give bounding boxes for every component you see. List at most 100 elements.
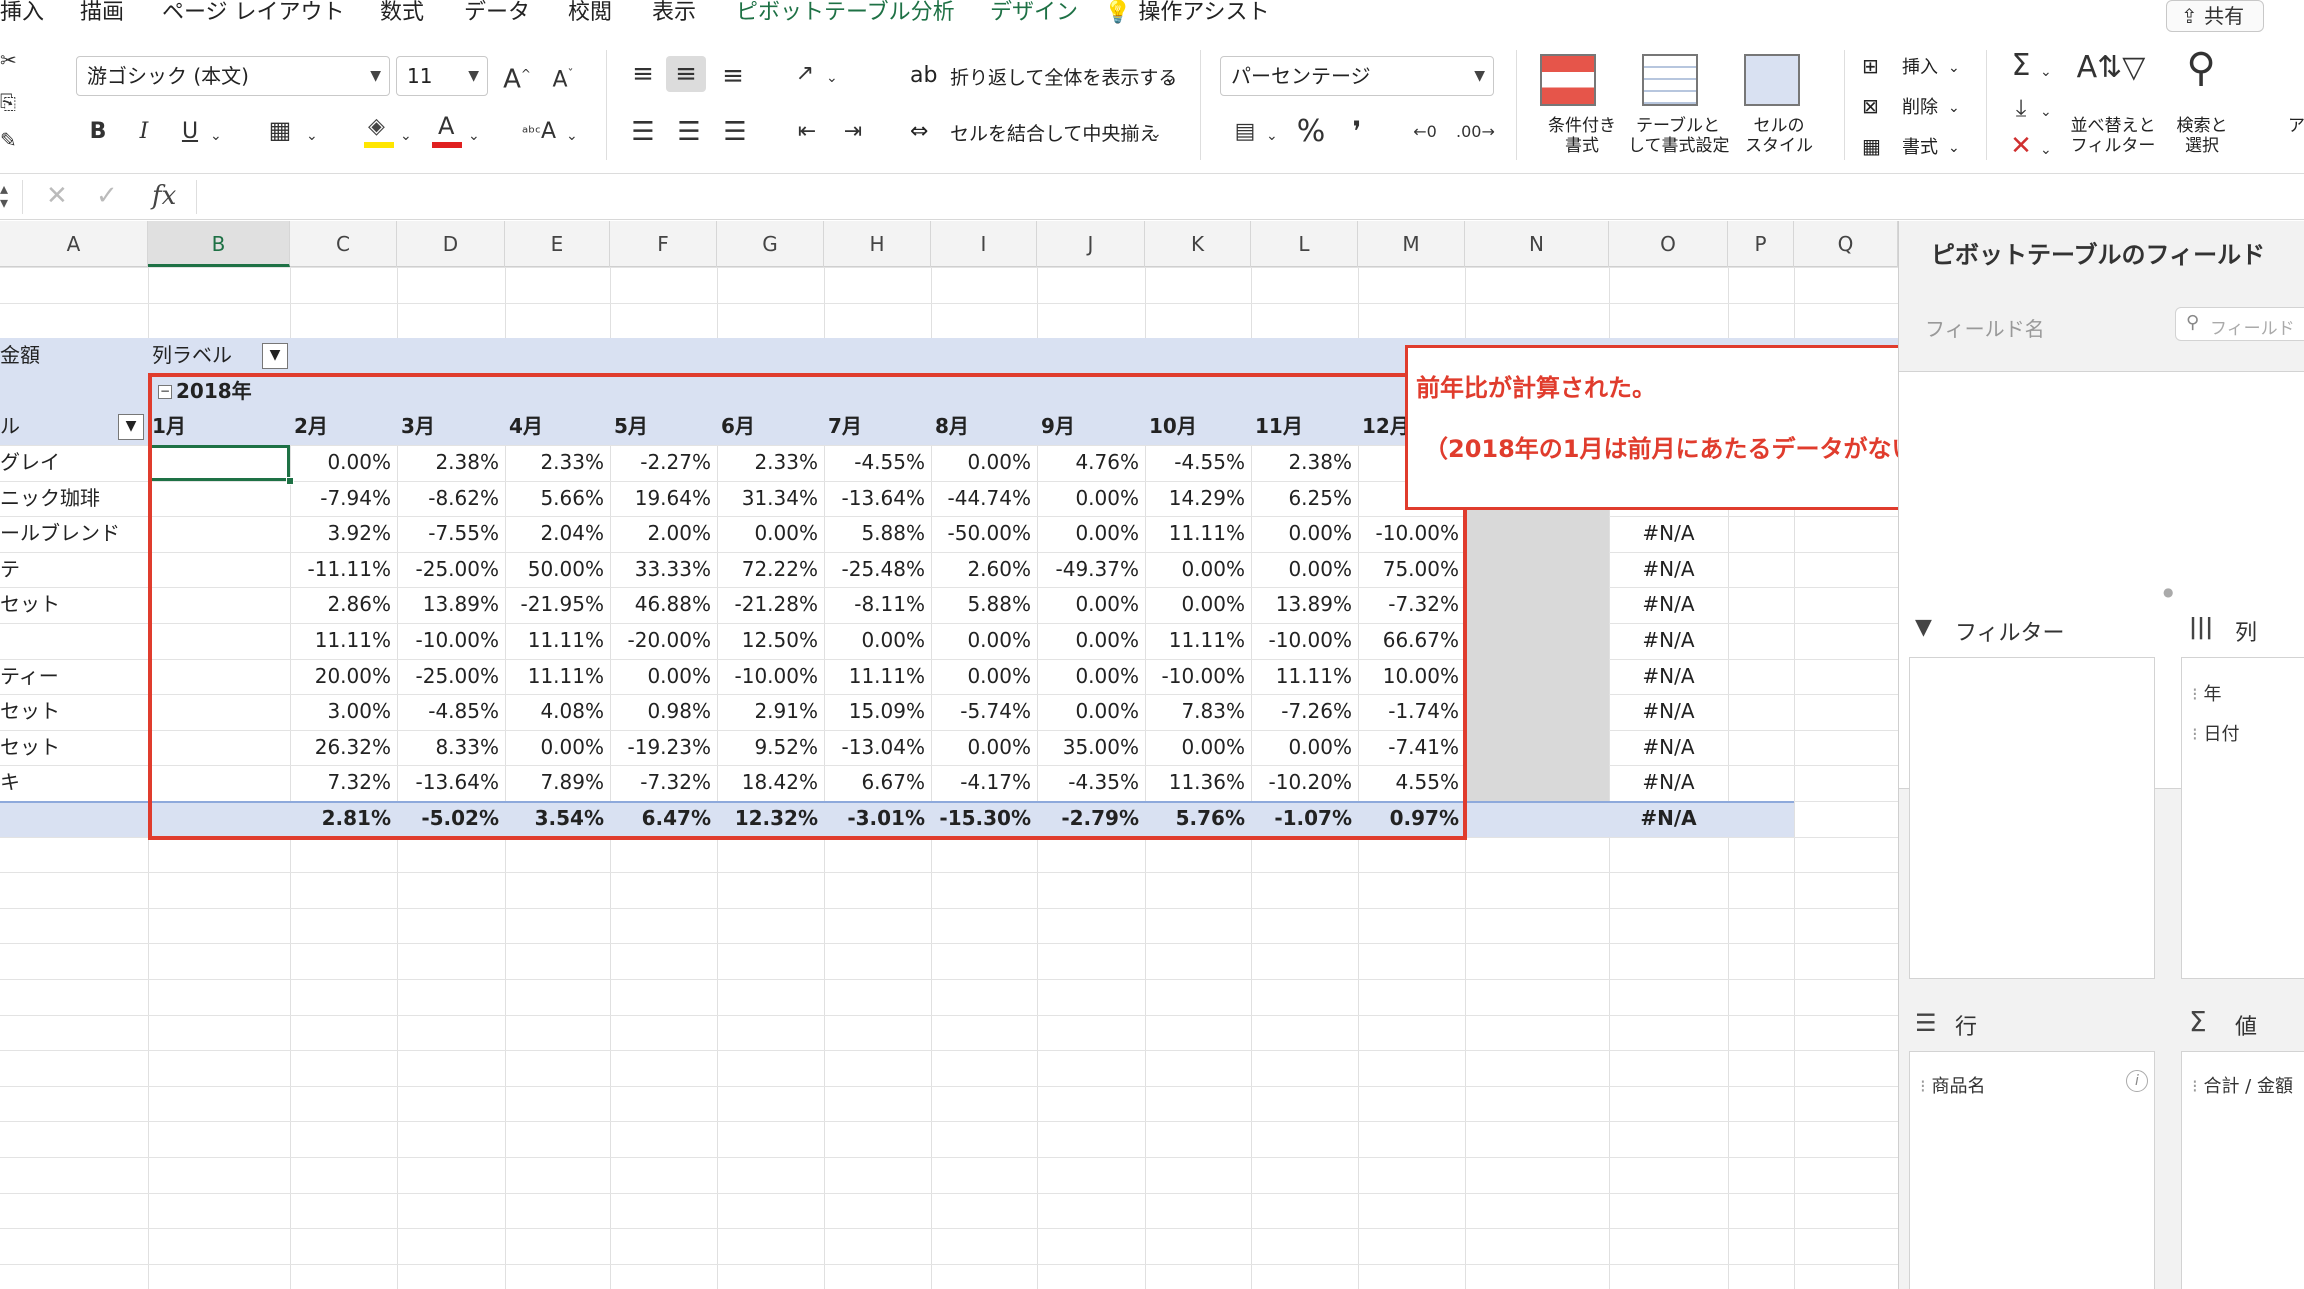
extra-cell[interactable]: #N/A xyxy=(1609,730,1728,765)
row-label[interactable]: ールブレンド xyxy=(0,516,140,551)
menu-design[interactable]: デザイン xyxy=(990,0,1078,26)
menu-pivot-analyze[interactable]: ピボットテーブル分析 xyxy=(736,0,955,26)
format-as-table-button[interactable]: テーブルと して書式設定 xyxy=(1628,54,1730,164)
filter-drop-area[interactable] xyxy=(1909,657,2155,979)
font-color-icon[interactable]: A xyxy=(432,112,464,150)
percent-button[interactable]: % xyxy=(1294,114,1328,150)
column-header-p[interactable]: P xyxy=(1728,221,1794,267)
columns-drop-area[interactable]: ⁝ 年 ⁝ 日付 xyxy=(2181,657,2304,979)
copy-icon[interactable]: ⎘ xyxy=(0,84,16,120)
row-label[interactable]: セット xyxy=(0,730,140,765)
menu-page-layout[interactable]: ページ レイアウト xyxy=(162,0,345,26)
column-header-h[interactable]: H xyxy=(824,221,931,267)
chevron-down-icon[interactable]: ⌄ xyxy=(210,118,222,154)
column-header-d[interactable]: D xyxy=(397,221,505,267)
info-icon[interactable]: i xyxy=(2126,1070,2148,1092)
column-field-date[interactable]: ⁝ 日付 xyxy=(2192,720,2239,746)
column-header-f[interactable]: F xyxy=(610,221,717,267)
chevron-down-icon[interactable]: ⌄ xyxy=(2040,54,2052,90)
delete-cells-button[interactable]: ⊠ 削除 ⌄ xyxy=(1862,92,1972,122)
extra-cell[interactable]: #N/A xyxy=(1609,765,1728,800)
menu-formulas[interactable]: 数式 xyxy=(380,0,424,26)
column-filter-dropdown-icon[interactable]: ▼ xyxy=(262,343,288,369)
row-label[interactable] xyxy=(0,623,140,658)
menu-draw[interactable]: 描画 xyxy=(80,0,124,26)
ribbon-more-label[interactable]: ア xyxy=(2288,116,2304,136)
pivot-values-label[interactable]: 金額 xyxy=(0,338,140,373)
menu-insert[interactable]: 挿入 xyxy=(0,0,44,26)
extra-cell[interactable]: #N/A xyxy=(1609,552,1728,587)
column-header-o[interactable]: O xyxy=(1609,221,1728,267)
number-format-select[interactable]: パーセンテージ ▼ xyxy=(1220,56,1494,96)
confirm-entry-icon[interactable]: ✓ xyxy=(96,183,118,209)
cell-styles-button[interactable]: セルの スタイル xyxy=(1734,54,1824,164)
extra-cell[interactable]: #N/A xyxy=(1609,694,1728,729)
column-header-q[interactable]: Q xyxy=(1794,221,1898,267)
row-label[interactable]: セット xyxy=(0,587,140,622)
chevron-down-icon[interactable]: ⌄ xyxy=(400,118,412,154)
underline-button[interactable]: U xyxy=(176,114,204,150)
extra-cell[interactable]: #N/A xyxy=(1609,587,1728,622)
value-field-sum-amount[interactable]: ⁝ 合計 / 金額 xyxy=(2192,1072,2293,1098)
cancel-entry-icon[interactable]: ✕ xyxy=(46,183,68,209)
orientation-icon[interactable]: ↗ xyxy=(788,56,822,92)
comma-button[interactable]: ❜ xyxy=(1340,114,1374,150)
row-field-product[interactable]: ⁝ 商品名 xyxy=(1920,1072,1985,1098)
format-painter-icon[interactable]: ✎ xyxy=(0,122,17,158)
increase-indent-icon[interactable]: ⇥ xyxy=(836,114,870,150)
autosum-icon[interactable]: Σ xyxy=(2004,48,2038,84)
chevron-down-icon[interactable]: ⌄ xyxy=(1266,118,1278,154)
increase-decimal-icon[interactable]: ←0 xyxy=(1408,114,1442,150)
splitter-handle-icon[interactable]: ● xyxy=(2163,585,2173,599)
row-label[interactable]: テ xyxy=(0,552,140,587)
font-name-select[interactable]: 游ゴシック (本文) ▼ xyxy=(76,56,390,96)
accounting-format-icon[interactable]: ▤ xyxy=(1228,114,1262,150)
column-header-m[interactable]: M xyxy=(1358,221,1465,267)
chevron-down-icon[interactable]: ⌄ xyxy=(2040,132,2052,168)
menu-view[interactable]: 表示 xyxy=(652,0,696,26)
conditional-formatting-button[interactable]: 条件付き 書式 xyxy=(1536,54,1628,164)
extra-cell[interactable]: #N/A xyxy=(1609,516,1728,551)
row-label[interactable]: ティー xyxy=(0,659,140,694)
share-button[interactable]: ⇪ 共有 xyxy=(2166,0,2264,32)
borders-icon[interactable]: ▦ xyxy=(262,112,298,148)
row-label[interactable]: ニック珈琲 xyxy=(0,481,140,516)
chevron-down-icon[interactable]: ⌄ xyxy=(2040,94,2052,130)
bold-button[interactable]: B xyxy=(84,114,112,150)
cut-icon[interactable]: ✂ xyxy=(0,42,17,78)
column-header-g[interactable]: G xyxy=(717,221,824,267)
row-label[interactable]: キ xyxy=(0,765,140,800)
align-center-icon[interactable]: ☰ xyxy=(672,114,706,150)
italic-button[interactable]: I xyxy=(130,114,158,150)
align-middle-icon[interactable]: ≡ xyxy=(666,56,706,92)
fill-icon[interactable]: ⤓ xyxy=(2004,90,2038,126)
column-header-i[interactable]: I xyxy=(931,221,1037,267)
extra-cell[interactable]: #N/A xyxy=(1609,623,1728,658)
chevron-down-icon[interactable]: ⌄ xyxy=(566,118,578,154)
menu-tell-me[interactable]: 💡 操作アシスト xyxy=(1104,0,1270,26)
column-header-l[interactable]: L xyxy=(1251,221,1358,267)
menu-data[interactable]: データ xyxy=(464,0,530,26)
align-left-icon[interactable]: ☰ xyxy=(626,114,660,150)
decrease-decimal-icon[interactable]: .00→ xyxy=(1456,114,1495,150)
font-size-select[interactable]: 11 ▼ xyxy=(396,56,488,96)
field-search-input[interactable]: ⚲ フィールド xyxy=(2175,307,2304,341)
find-select-button[interactable]: ⚲ 検索と 選択 xyxy=(2162,48,2252,162)
name-box-stepper-icon[interactable]: ▴ ▾ xyxy=(0,181,8,211)
decrease-indent-icon[interactable]: ⇤ xyxy=(790,114,824,150)
align-bottom-icon[interactable]: ≡ xyxy=(716,58,750,94)
pivot-column-label[interactable]: 列ラベル xyxy=(152,338,260,373)
column-field-year[interactable]: ⁝ 年 xyxy=(2192,680,2221,706)
fill-color-icon[interactable]: ◈ xyxy=(364,114,396,150)
insert-cells-button[interactable]: ⊞ 挿入 ⌄ xyxy=(1862,52,1972,82)
row-label[interactable]: グレイ xyxy=(0,445,140,480)
pivot-row-label[interactable]: ル xyxy=(0,409,120,444)
column-header-n[interactable]: N xyxy=(1465,221,1609,267)
column-header-j[interactable]: J xyxy=(1037,221,1145,267)
menu-review[interactable]: 校閲 xyxy=(568,0,612,26)
align-top-icon[interactable]: ≡ xyxy=(626,56,660,92)
extra-cell[interactable]: #N/A xyxy=(1609,659,1728,694)
clear-icon[interactable]: ✕ xyxy=(2004,128,2038,164)
increase-font-icon[interactable]: A^ xyxy=(500,56,534,98)
total-extra-cell[interactable]: #N/A xyxy=(1609,801,1728,836)
